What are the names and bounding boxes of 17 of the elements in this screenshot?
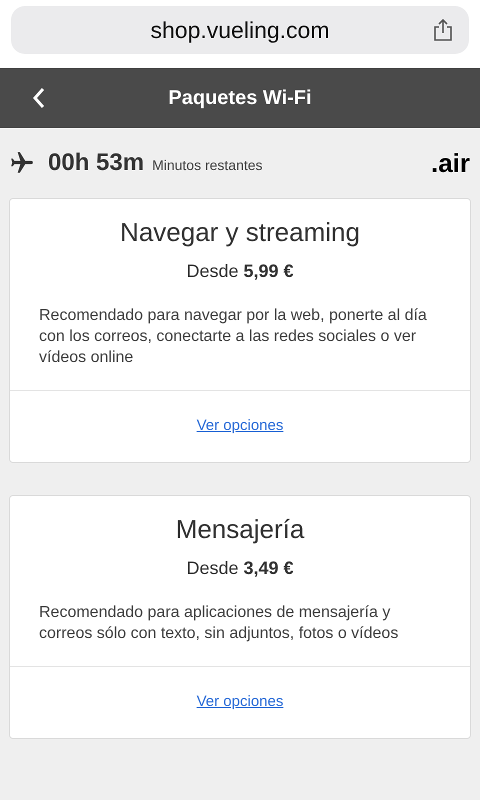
remaining-time: 00h 53m bbox=[48, 148, 144, 178]
brand-logo: .air bbox=[430, 146, 470, 180]
options-link[interactable]: Ver opciones bbox=[196, 415, 284, 438]
back-icon[interactable] bbox=[32, 87, 46, 109]
url-text: shop.vueling.com bbox=[150, 16, 330, 45]
airplane-icon bbox=[8, 150, 36, 176]
package-title: Navegar y streaming bbox=[120, 216, 360, 249]
share-icon[interactable] bbox=[433, 19, 453, 41]
package-price: Desde 5,99 € bbox=[186, 260, 294, 283]
package-description: Recomendado para navegar por la web, ponerte al día con los correos, conectarte a las redes sociales o ver vídeos online bbox=[39, 306, 428, 368]
package-title: Mensajería bbox=[176, 513, 304, 546]
options-link[interactable]: Ver opciones bbox=[196, 691, 284, 714]
page-title: Paquetes Wi-Fi bbox=[168, 86, 312, 111]
remaining-label: Minutos restantes bbox=[152, 156, 263, 174]
package-description: Recomendado para aplicaciones de mensajería y correos sólo con texto, sin adjuntos, fotos o vídeos bbox=[39, 603, 400, 644]
address-bar[interactable]: shop.vueling.com bbox=[11, 6, 469, 54]
package-price: Desde 3,49 € bbox=[186, 557, 294, 580]
